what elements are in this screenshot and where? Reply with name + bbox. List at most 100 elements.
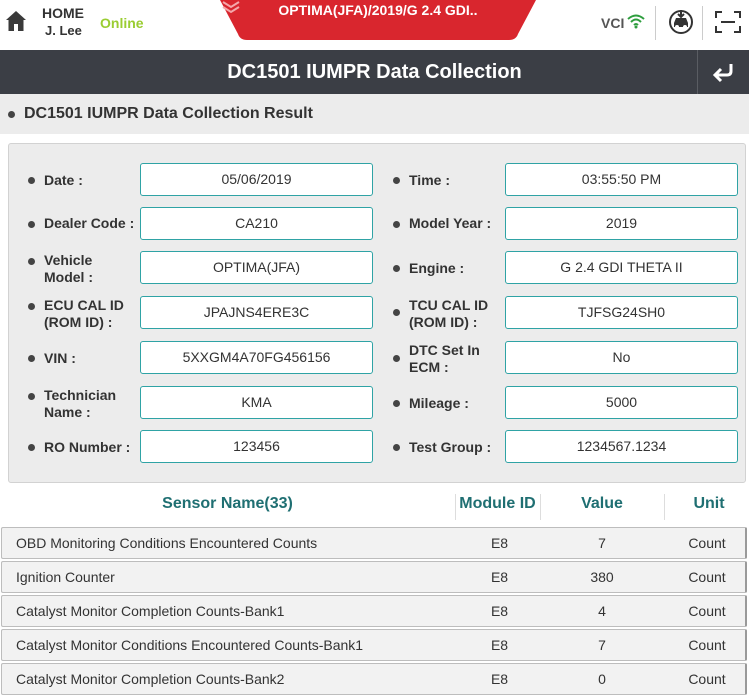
bullet-icon: [393, 444, 400, 451]
time-field: 03:55:50 PM: [505, 163, 738, 196]
bullet-icon: [393, 309, 400, 316]
technician-field: KMA: [140, 386, 373, 419]
mileage-label: Mileage :: [409, 395, 469, 411]
sensor-value: 4: [598, 603, 606, 619]
sensor-name: Catalyst Monitor Conditions Encountered …: [16, 637, 364, 653]
sensor-name: Catalyst Monitor Completion Counts-Bank2: [16, 671, 285, 687]
sensor-unit: Count: [688, 603, 726, 619]
vehicle-model-label-line2: Model :: [44, 269, 93, 285]
user-name: J. Lee: [45, 23, 82, 38]
tcu-cal-id-field: TJFSG24SH0: [505, 296, 738, 329]
vehicle-selector-tab[interactable]: OPTIMA(JFA)/2019/G 2.4 GDI..: [220, 0, 536, 40]
ecu-cal-id-label-line1: ECU CAL ID: [44, 297, 124, 313]
time-label: Time :: [409, 172, 450, 188]
tcu-cal-id-label: TCU CAL ID (ROM ID) :: [409, 297, 488, 331]
dtc-set-label-line1: DTC Set In: [409, 342, 480, 358]
vehicle-model-field: OPTIMA(JFA): [140, 251, 373, 284]
dealer-code-field: CA210: [140, 207, 373, 240]
bullet-icon: [393, 221, 400, 228]
table-header: Sensor Name(33) Module ID Value Unit: [0, 490, 749, 524]
sensor-name: OBD Monitoring Conditions Encountered Co…: [16, 535, 318, 551]
connection-status: Online: [100, 15, 144, 31]
module-id: E8: [490, 637, 509, 653]
sensor-unit: Count: [688, 569, 726, 585]
bullet-icon: [28, 355, 35, 362]
bullet-icon: [393, 265, 400, 272]
sensor-unit: Count: [688, 535, 726, 551]
bullet-icon: [28, 393, 35, 400]
technician-label: Technician Name :: [44, 387, 116, 421]
page-title: DC1501 IUMPR Data Collection: [227, 61, 522, 83]
bullet-icon: [393, 400, 400, 407]
column-header-unit[interactable]: Unit: [664, 490, 749, 524]
bullet-icon: [8, 111, 15, 118]
technician-label-line2: Name :: [44, 404, 91, 420]
dtc-set-field: No: [505, 341, 738, 374]
bullet-icon: [28, 177, 35, 184]
mileage-field: 5000: [505, 386, 738, 419]
sensor-name: Ignition Counter: [16, 569, 115, 585]
vehicle-info: OPTIMA(JFA)/2019/G 2.4 GDI..: [278, 2, 478, 18]
vin-label: VIN :: [44, 350, 76, 366]
divider: [655, 6, 656, 40]
vehicle-model-label-line1: Vehicle: [44, 252, 93, 268]
vci-label: VCI: [601, 15, 625, 31]
bullet-icon: [393, 355, 400, 362]
column-header-module[interactable]: Module ID: [455, 490, 540, 524]
table-row[interactable]: OBD Monitoring Conditions Encountered Co…: [1, 527, 747, 559]
sensor-unit: Count: [688, 671, 726, 687]
sensor-value: 380: [590, 569, 614, 585]
module-id: E8: [490, 569, 509, 585]
column-header-value[interactable]: Value: [540, 490, 664, 524]
module-id: E8: [490, 671, 509, 687]
bullet-icon: [28, 221, 35, 228]
ecu-cal-id-label-line2: (ROM ID) :: [44, 314, 113, 330]
technician-label-line1: Technician: [44, 387, 117, 403]
model-year-field: 2019: [505, 207, 738, 240]
column-header-sensor[interactable]: Sensor Name(33): [0, 490, 455, 524]
ecu-cal-id-label: ECU CAL ID (ROM ID) :: [44, 297, 124, 331]
page-header: DC1501 IUMPR Data Collection: [0, 50, 749, 94]
engine-label: Engine :: [409, 260, 465, 276]
test-group-label: Test Group :: [409, 439, 492, 455]
vehicle-info-panel: Date : 05/06/2019 Time : 03:55:50 PM Dea…: [8, 143, 746, 483]
ro-number-label: RO Number :: [44, 439, 131, 455]
vin-field: 5XXGM4A70FG456156: [140, 341, 373, 374]
vehicle-model-label: Vehicle Model :: [44, 252, 93, 286]
divider: [697, 50, 698, 94]
section-title: DC1501 IUMPR Data Collection Result: [24, 105, 313, 122]
date-field: 05/06/2019: [140, 163, 373, 196]
module-id: E8: [490, 603, 509, 619]
tcu-cal-id-label-line1: TCU CAL ID: [409, 297, 489, 313]
dealer-code-label: Dealer Code :: [44, 215, 135, 231]
table-row[interactable]: Ignition Counter E8 380 Count: [1, 561, 747, 593]
back-icon[interactable]: [711, 61, 737, 83]
sensor-value: 7: [598, 637, 606, 653]
bullet-icon: [28, 303, 35, 310]
home-label[interactable]: HOME: [42, 5, 84, 21]
section-header: DC1501 IUMPR Data Collection Result: [0, 94, 749, 134]
bullet-icon: [28, 444, 35, 451]
table-row[interactable]: Catalyst Monitor Conditions Encountered …: [1, 629, 747, 661]
bullet-icon: [28, 258, 35, 265]
engine-field: G 2.4 GDI THETA II: [505, 251, 738, 284]
sensor-unit: Count: [688, 637, 726, 653]
date-label: Date :: [44, 172, 83, 188]
vehicle-download-icon[interactable]: [668, 9, 694, 35]
chevron-down-icon: [222, 1, 240, 14]
dtc-set-label-line2: ECM :: [409, 359, 449, 375]
divider: [702, 6, 703, 40]
module-id: E8: [490, 535, 509, 551]
table-row[interactable]: Catalyst Monitor Completion Counts-Bank2…: [1, 663, 747, 695]
bullet-icon: [393, 177, 400, 184]
top-status-bar: HOME J. Lee Online OPTIMA(JFA)/2019/G 2.…: [0, 0, 749, 50]
ecu-cal-id-field: JPAJNS4ERE3C: [140, 296, 373, 329]
home-icon[interactable]: [5, 9, 27, 33]
sensor-value: 0: [598, 671, 606, 687]
sensor-name: Catalyst Monitor Completion Counts-Bank1: [16, 603, 285, 619]
tcu-cal-id-label-line2: (ROM ID) :: [409, 314, 478, 330]
table-row[interactable]: Catalyst Monitor Completion Counts-Bank1…: [1, 595, 747, 627]
screen-capture-icon[interactable]: [714, 10, 742, 34]
ro-number-field: 123456: [140, 430, 373, 463]
wifi-icon: [627, 14, 645, 29]
